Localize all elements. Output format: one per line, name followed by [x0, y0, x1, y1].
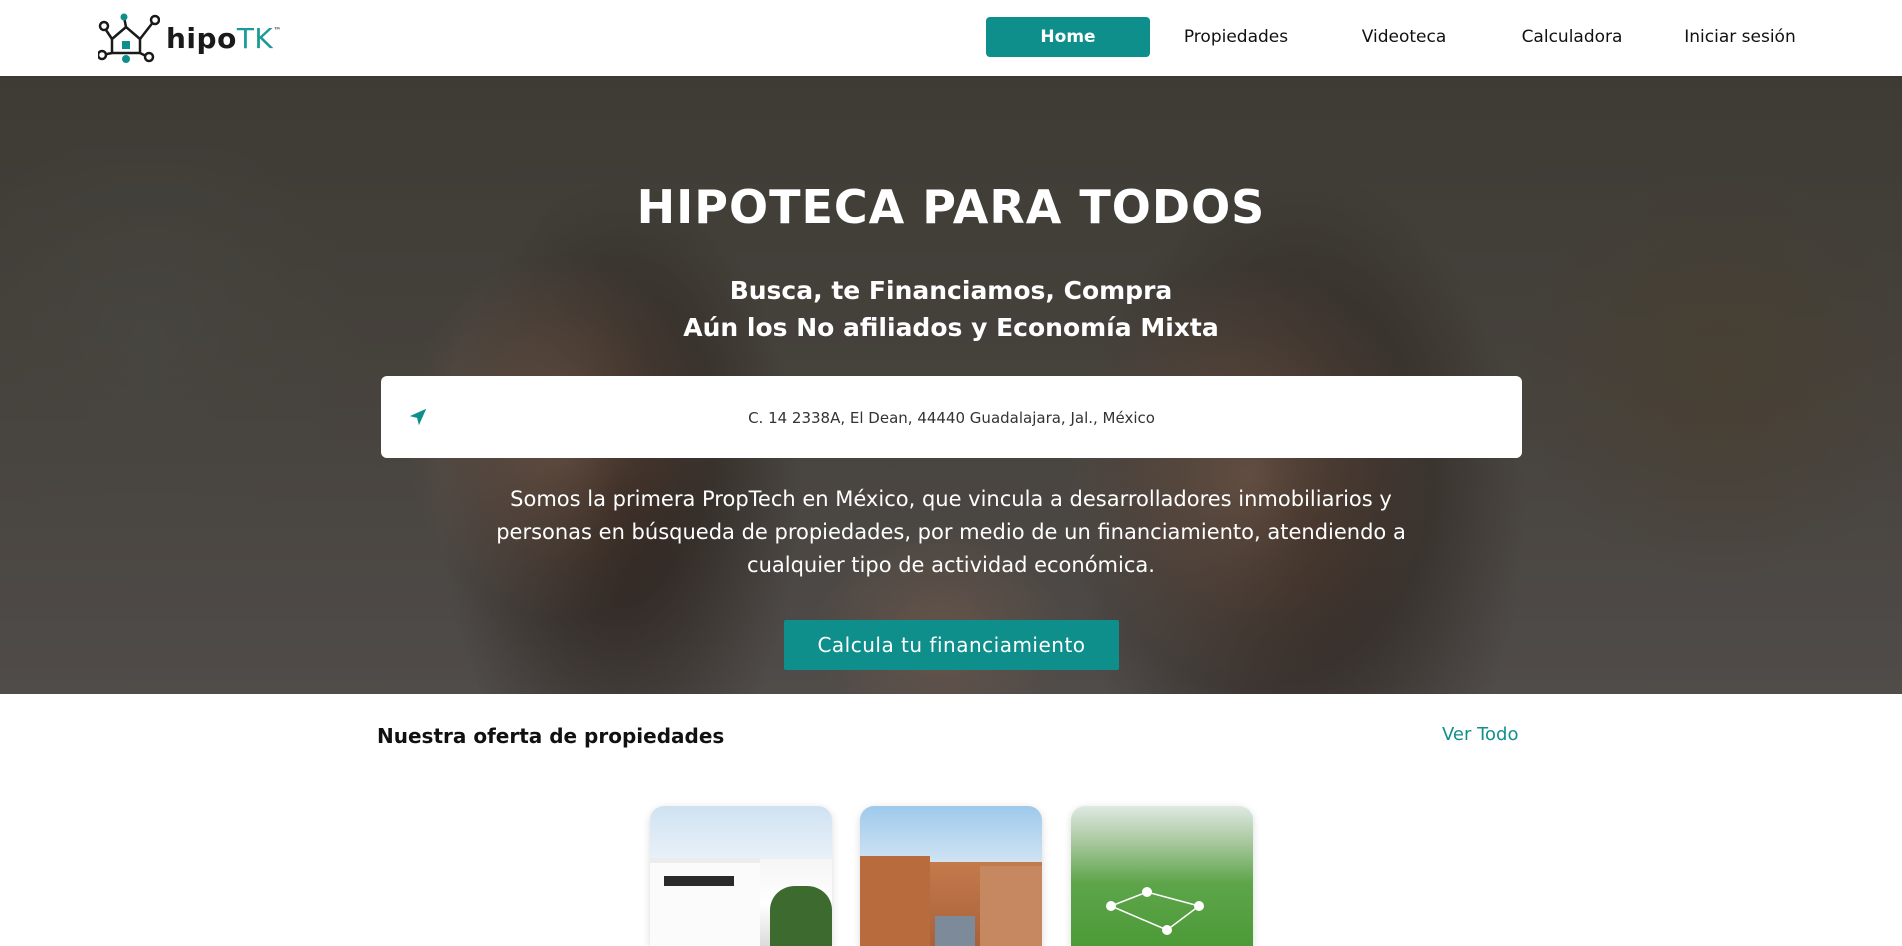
property-card-modern-house[interactable] — [650, 806, 832, 946]
nav-iniciar-sesion[interactable]: Iniciar sesión — [1670, 17, 1810, 57]
nav-videoteca[interactable]: Videoteca — [1340, 17, 1468, 57]
property-card-apartments[interactable] — [860, 806, 1042, 946]
tree-shape — [770, 886, 832, 946]
top-navbar: hipoTK™ Home Propiedades Videoteca Calcu… — [0, 0, 1902, 76]
house-window — [664, 876, 734, 886]
location-arrow-icon[interactable] — [407, 406, 429, 428]
hero-subtitle-line1: Busca, te Financiamos, Compra — [729, 276, 1173, 305]
hero-section: HIPOTECA PARA TODOS Busca, te Financiamo… — [0, 76, 1902, 694]
see-all-link[interactable]: Ver Todo — [1442, 724, 1519, 745]
brand-wordmark: hipoTK™ — [166, 22, 282, 55]
land-lot-markers-icon — [1106, 887, 1204, 935]
logo-house-network-icon — [98, 13, 160, 63]
calculate-financing-button[interactable]: Calcula tu financiamiento — [784, 620, 1119, 670]
brand-name-accent: TK — [236, 21, 274, 55]
nav-propiedades[interactable]: Propiedades — [1166, 17, 1306, 57]
nav-calculadora[interactable]: Calculadora — [1506, 17, 1638, 57]
brand-name: hipo — [166, 21, 237, 55]
hero-subtitle-line2: Aún los No afiliados y Economía Mixta — [683, 313, 1219, 342]
address-search-input[interactable] — [441, 376, 1462, 460]
nav-home[interactable]: Home — [986, 17, 1150, 57]
hero-description: Somos la primera PropTech en México, que… — [496, 487, 1406, 577]
trademark-symbol: ™ — [273, 25, 282, 35]
offers-section-title: Nuestra oferta de propiedades — [377, 724, 725, 748]
hero-title: HIPOTECA PARA TODOS — [636, 180, 1266, 234]
property-card-land-lots[interactable] — [1071, 806, 1253, 946]
address-search-box[interactable] — [381, 376, 1522, 460]
building-middle — [935, 916, 975, 946]
brand-logo[interactable]: hipoTK™ — [98, 13, 282, 63]
building-right — [980, 866, 1042, 946]
